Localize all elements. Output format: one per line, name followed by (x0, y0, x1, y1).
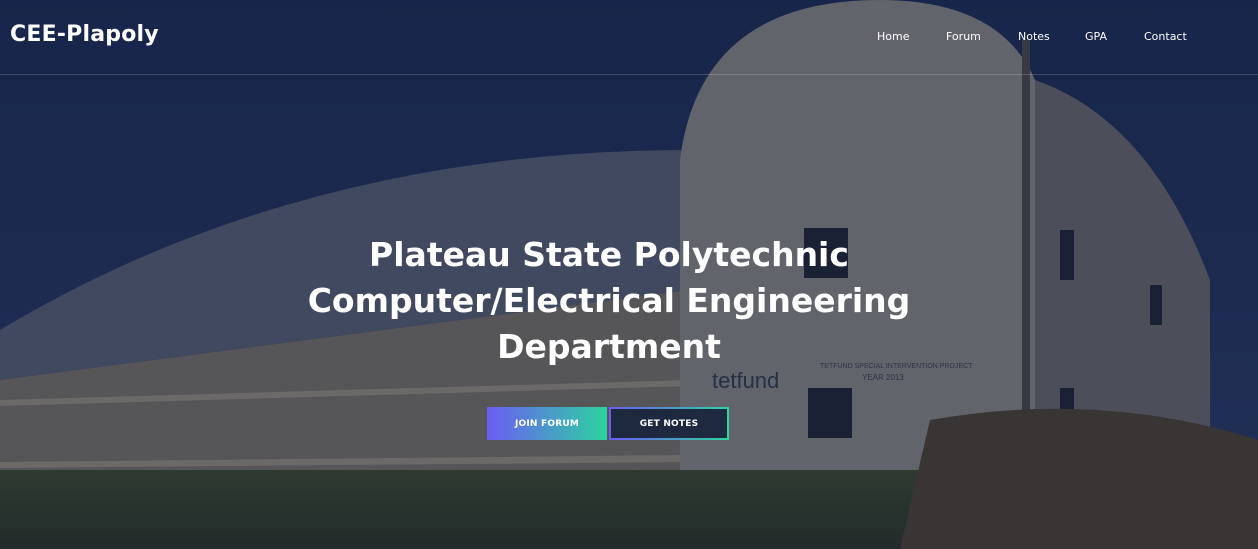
nav-link-gpa[interactable]: GPA (1085, 30, 1107, 43)
get-notes-button[interactable]: GET NOTES (609, 407, 729, 440)
nav-link-home[interactable]: Home (877, 30, 909, 43)
hero-headline-line-1: Plateau State Polytechnic (369, 235, 849, 274)
nav-link-notes[interactable]: Notes (1018, 30, 1050, 43)
nav-link-contact[interactable]: Contact (1144, 30, 1187, 43)
hero-headline-line-3: Department (497, 327, 721, 366)
join-forum-button[interactable]: JOIN FORUM (487, 407, 607, 440)
nav-links: Home Forum Notes GPA Contact (0, 30, 1258, 50)
nav-link-forum[interactable]: Forum (946, 30, 981, 43)
hero-headline: Plateau State Polytechnic Computer/Elect… (229, 232, 989, 370)
top-navbar: CEE-Plapoly Home Forum Notes GPA Contact (0, 0, 1258, 75)
hero-headline-line-2: Computer/Electrical Engineering (307, 281, 911, 320)
